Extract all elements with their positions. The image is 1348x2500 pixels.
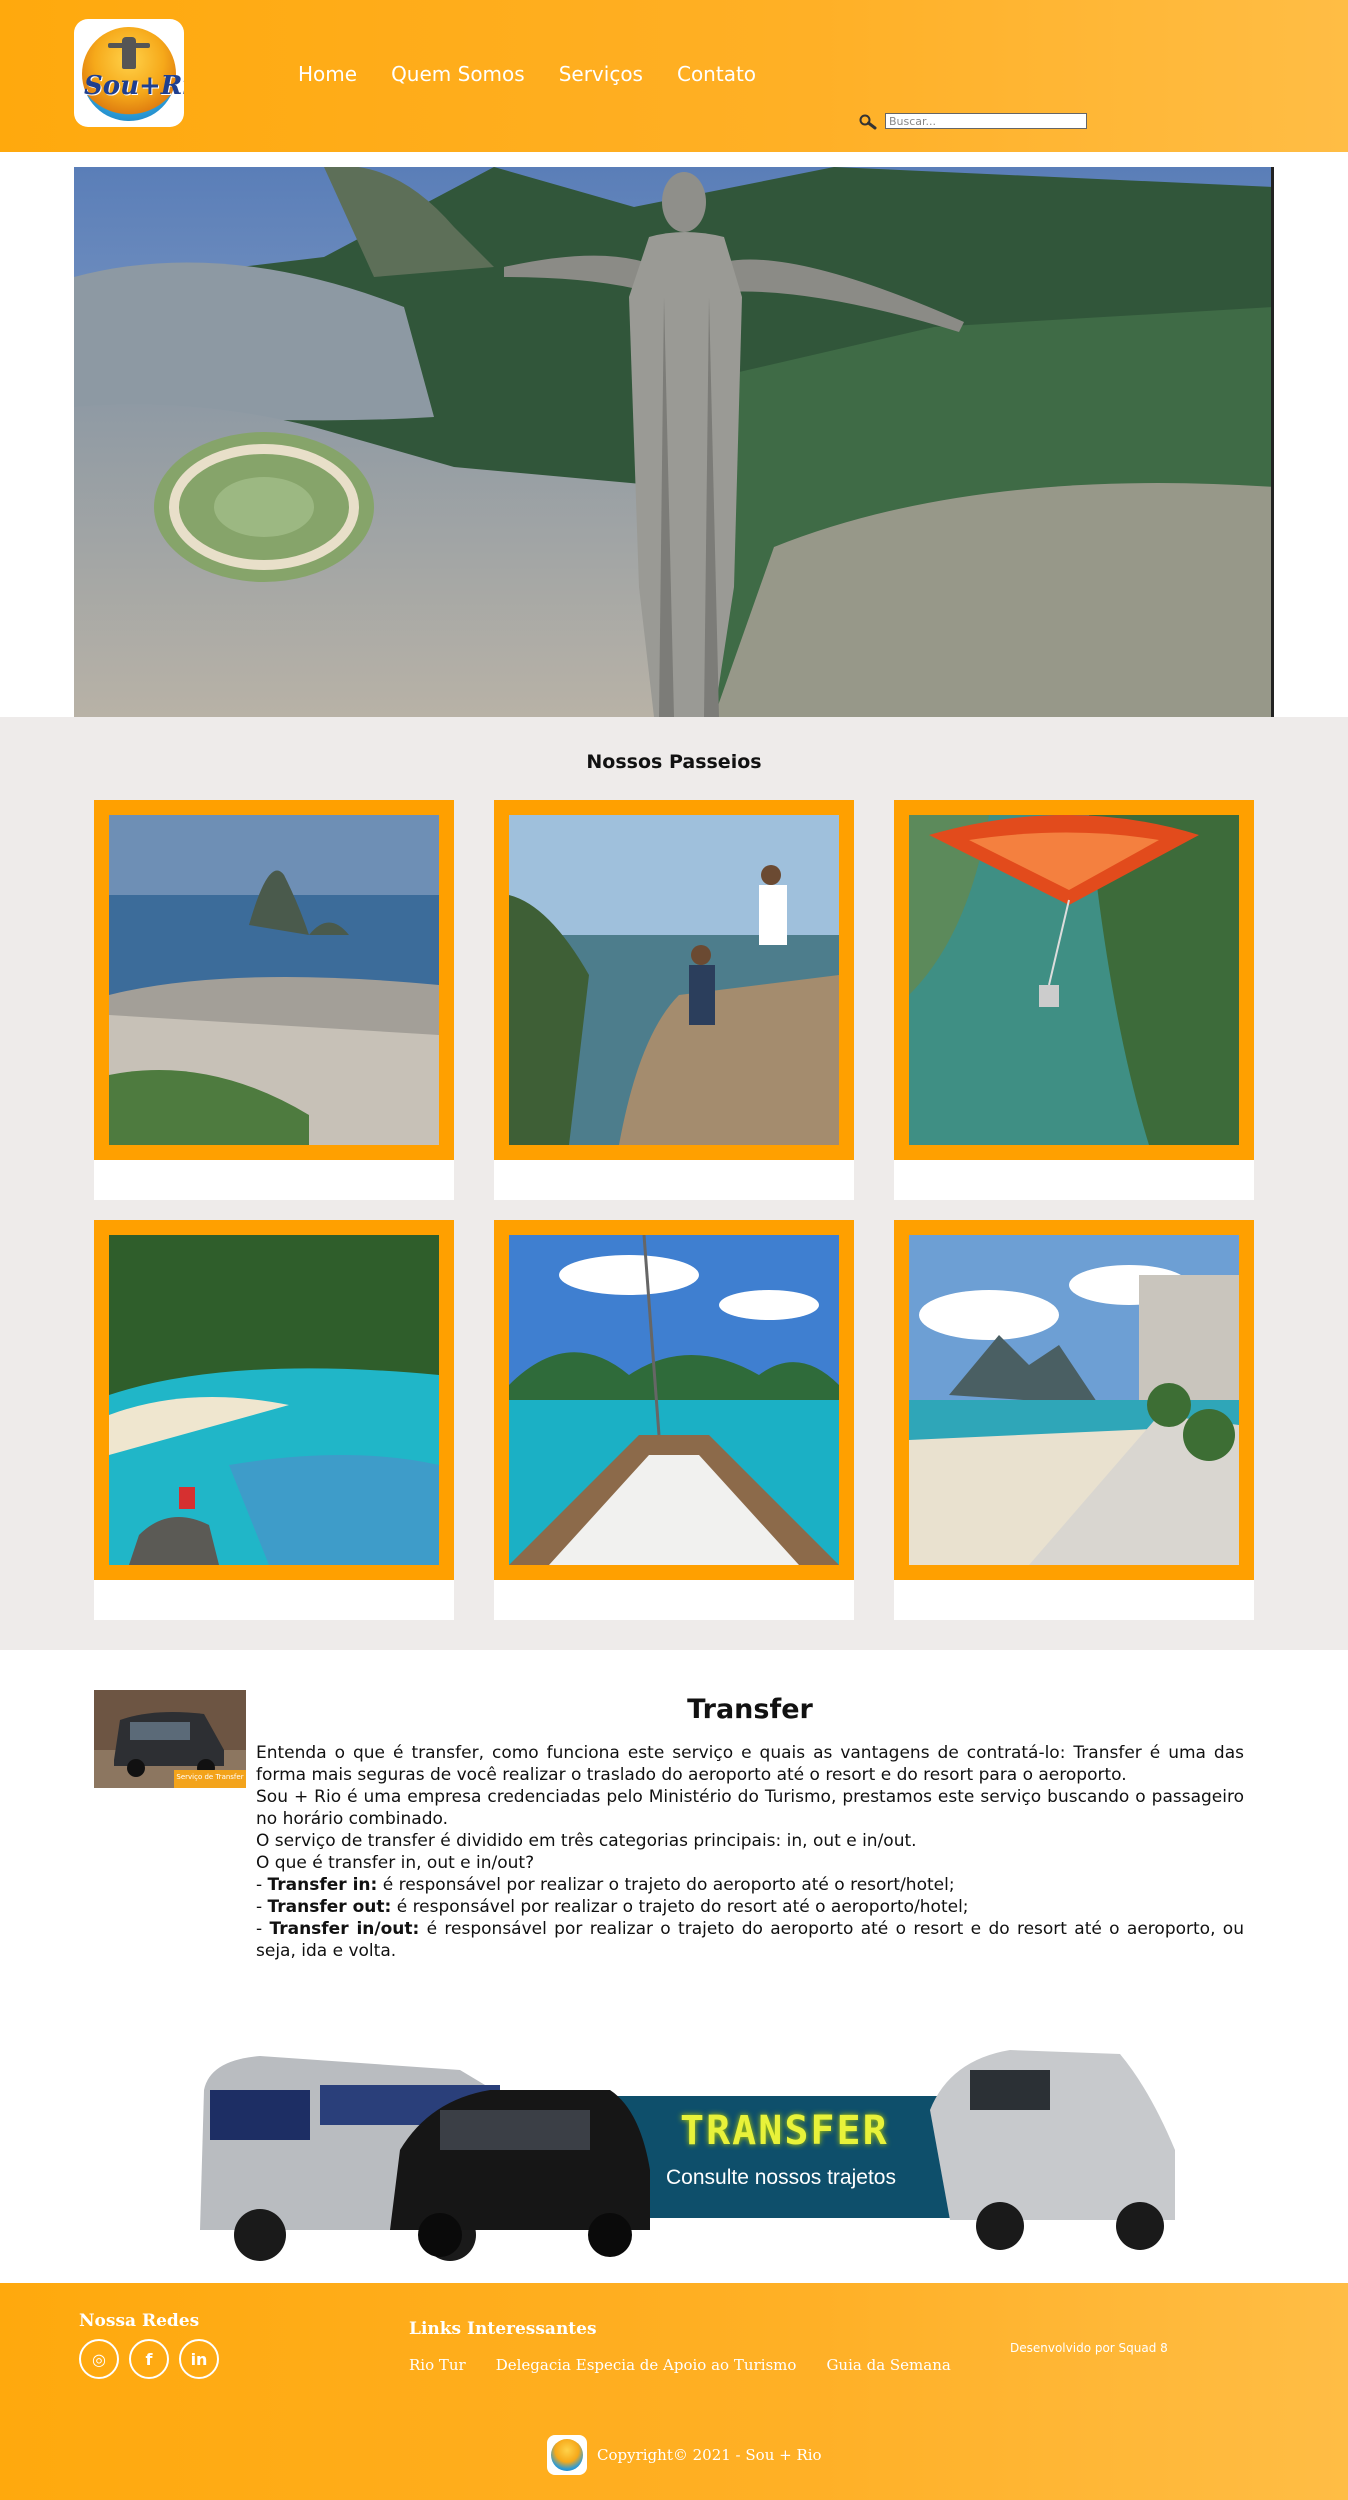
transfer-paragraph: Entenda o que é transfer, como funciona … — [256, 1743, 1244, 1785]
main-nav: Home Quem Somos Serviços Contato — [298, 62, 756, 86]
linkedin-icon[interactable]: in — [179, 2339, 219, 2379]
transfer-item-label: Transfer in/out: — [269, 1919, 420, 1939]
hero-image-christ-redeemer — [74, 167, 1271, 717]
footer-link-delegacia[interactable]: Delegacia Especia de Apoio ao Turismo — [496, 2356, 797, 2374]
transfer-banner[interactable]: TRANSFER Consulte nossos trajetos — [190, 2030, 1180, 2270]
logo-statue-graphic — [122, 37, 136, 69]
tours-section: Nossos Passeios — [0, 717, 1348, 1650]
footer-links-title: Links Interessantes — [409, 2319, 597, 2339]
transfer-thumb-caption: Serviço de Transfer — [176, 1773, 243, 1781]
footer-copyright: Copyright© 2021 - Sou + Rio — [547, 2435, 822, 2475]
footer-links: Rio Tur Delegacia Especia de Apoio ao Tu… — [409, 2356, 951, 2374]
tour-image-couple-on-rock — [509, 815, 839, 1145]
banner-headline: TRANSFER — [680, 2108, 889, 2154]
search-icon[interactable] — [858, 114, 878, 130]
transfer-paragraph: O que é transfer in, out e in/out? — [256, 1853, 535, 1873]
transfer-item-text: é responsável por realizar o trajeto do … — [377, 1875, 955, 1895]
tours-title: Nossos Passeios — [586, 751, 762, 773]
transfer-thumbnail: Serviço de Transfer — [94, 1690, 246, 1788]
site-header: Sou+Rio Home Quem Somos Serviços Contato — [0, 0, 1348, 152]
logo-text: Sou+Rio — [84, 71, 184, 101]
nav-quem-somos[interactable]: Quem Somos — [391, 62, 525, 86]
transfer-item-label: Transfer out: — [267, 1897, 392, 1917]
transfer-title: Transfer — [687, 1694, 813, 1725]
transfer-item-label: Transfer in: — [267, 1875, 378, 1895]
transfer-item-in-out: - Transfer in/out: é responsável por rea… — [256, 1919, 1244, 1961]
tour-image-sugarloaf-bay — [109, 815, 439, 1145]
footer-social-title: Nossa Redes — [79, 2311, 200, 2331]
tour-image-ipanema-boardwalk — [909, 1235, 1239, 1565]
nav-home[interactable]: Home — [298, 62, 357, 86]
transfer-item-out: - Transfer out: é responsável por realiz… — [256, 1897, 969, 1917]
footer-link-riotur[interactable]: Rio Tur — [409, 2356, 466, 2374]
site-logo[interactable]: Sou+Rio — [74, 19, 184, 127]
site-footer: Nossa Redes ◎ f in Links Interessantes R… — [0, 2283, 1348, 2500]
transfer-paragraph: O serviço de transfer é dividido em três… — [256, 1831, 917, 1851]
transfer-item-in: - Transfer in: é responsável por realiza… — [256, 1875, 955, 1895]
tour-card-beach-cove[interactable] — [94, 1220, 454, 1620]
transfer-paragraph: Sou + Rio é uma empresa credenciadas pel… — [256, 1787, 1244, 1829]
nav-contato[interactable]: Contato — [677, 62, 756, 86]
footer-link-guia-semana[interactable]: Guia da Semana — [826, 2356, 950, 2374]
instagram-icon[interactable]: ◎ — [79, 2339, 119, 2379]
footer-logo — [547, 2435, 587, 2475]
transfer-item-text: é responsável por realizar o trajeto do … — [391, 1897, 969, 1917]
transfer-description: Entenda o que é transfer, como funciona … — [256, 1742, 1244, 1962]
tour-image-boat-bow — [509, 1235, 839, 1565]
tour-card-sugarloaf[interactable] — [94, 800, 454, 1200]
nav-servicos[interactable]: Serviços — [559, 62, 643, 86]
tour-card-ipanema[interactable] — [894, 1220, 1254, 1620]
banner-subline: Consulte nossos trajetos — [666, 2166, 896, 2189]
copyright-text: Copyright© 2021 - Sou + Rio — [597, 2446, 822, 2464]
search-input[interactable] — [885, 113, 1087, 129]
footer-social-icons: ◎ f in — [79, 2339, 219, 2379]
tour-image-beach-cove — [109, 1235, 439, 1565]
tour-card-boat[interactable] — [494, 1220, 854, 1620]
tour-card-hang-glider[interactable] — [894, 800, 1254, 1200]
tour-card-couple[interactable] — [494, 800, 854, 1200]
footer-developer-credit: Desenvolvido por Squad 8 — [1010, 2341, 1168, 2355]
hero-carousel: >> — [74, 167, 1274, 717]
facebook-icon[interactable]: f — [129, 2339, 169, 2379]
tour-image-hang-glider — [909, 815, 1239, 1145]
